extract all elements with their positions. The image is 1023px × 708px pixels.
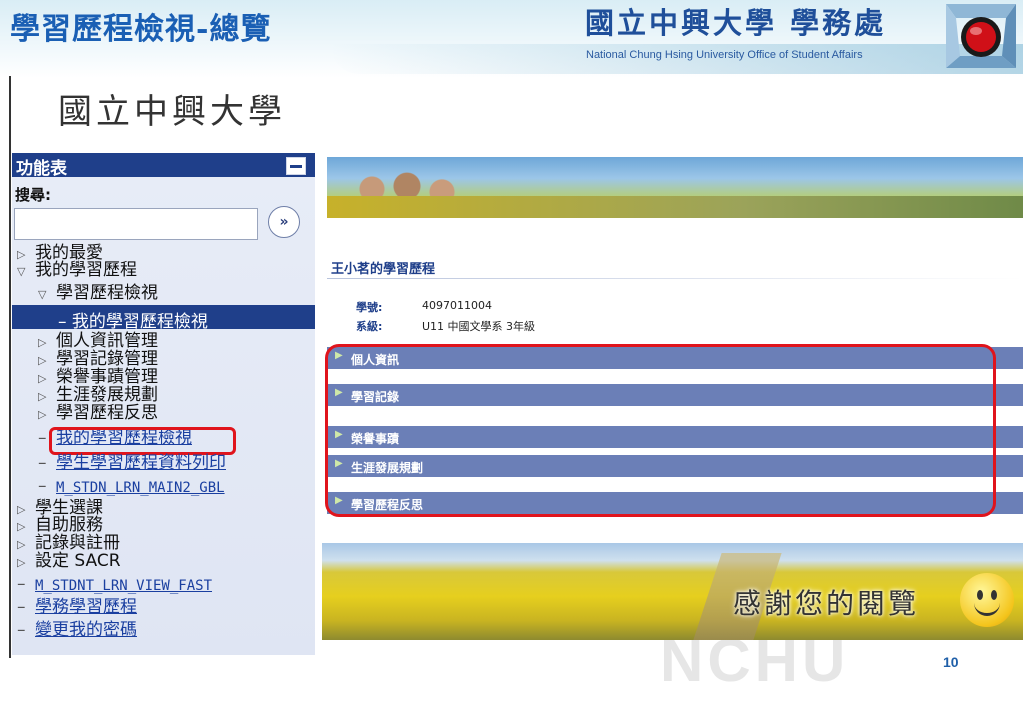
menu-header: 功能表 [12, 153, 315, 179]
office-name-en: National Chung Hsing University Office o… [586, 49, 863, 61]
slide-title: 學習歷程檢視-總覽 [10, 12, 272, 47]
menu-item-my-learning[interactable]: ▽ 我的學習歷程 [17, 262, 137, 280]
highlight-box-sections [325, 344, 996, 517]
menu-dash: – [17, 574, 26, 594]
university-logo-icon [944, 2, 1018, 70]
menu-link-change-password[interactable]: 變更我的密碼 [35, 622, 137, 639]
smiley-icon [960, 573, 1014, 627]
triangle-right-icon: ▷ [17, 503, 26, 516]
left-border [9, 76, 11, 658]
student-id-value: 4097011004 [422, 299, 492, 312]
menu-link-print[interactable]: 學生學習歷程資料列印 [56, 455, 226, 472]
collapse-icon[interactable] [286, 157, 306, 175]
triangle-right-icon: ▷ [38, 390, 47, 403]
triangle-down-icon: ▽ [17, 265, 26, 278]
menu-link-student-affairs-learning[interactable]: 學務學習歷程 [35, 599, 137, 616]
menu-dash: – [38, 453, 47, 473]
university-name: 國立中興大學 [58, 92, 286, 132]
highlight-box-menu [49, 427, 236, 455]
menu-dash: – [17, 620, 26, 640]
menu-item-setup-sacr[interactable]: ▷ 設定 SACR [17, 553, 121, 571]
student-learning-title: 王小茗的學習歷程 [331, 262, 436, 277]
menu-link-view-fast[interactable]: M_STDNT_LRN_VIEW_FAST [35, 578, 212, 595]
triangle-right-icon: ▷ [17, 520, 26, 533]
menu-dash: – [38, 476, 47, 496]
thanks-text: 感謝您的閱覽 [733, 587, 920, 620]
menu-header-label: 功能表 [16, 159, 67, 179]
dept-value: U11 中國文學系 3年級 [422, 320, 536, 333]
menu-link-main2-gbl[interactable]: M_STDN_LRN_MAIN2_GBL [56, 480, 225, 497]
menu-item-my-learning-view-selected[interactable]: – 我的學習歷程檢視 [58, 307, 208, 332]
title-divider [327, 278, 1023, 279]
menu-item-reflection[interactable]: ▷ 學習歷程反思 [38, 405, 158, 423]
search-label: 搜尋: [15, 186, 51, 204]
search-input[interactable] [14, 208, 258, 240]
student-id-label: 學號: [356, 301, 383, 314]
banner-field [327, 196, 1023, 218]
triangle-right-icon: ▷ [17, 538, 26, 551]
triangle-right-icon: ▷ [38, 336, 47, 349]
page-number: 10 [943, 654, 959, 670]
triangle-right-icon: ▷ [38, 372, 47, 385]
triangle-right-icon: ▷ [38, 408, 47, 421]
menu-dash: – [17, 597, 26, 617]
triangle-right-icon: ▷ [17, 556, 26, 569]
menu-item-learning-view[interactable]: ▽ 學習歷程檢視 [38, 285, 158, 303]
office-name-zh: 國立中興大學 學務處 [585, 6, 887, 40]
smiley-mouth [974, 597, 1000, 616]
triangle-right-icon: ▷ [17, 248, 26, 261]
menu-dash: – [38, 428, 47, 448]
dept-label: 系級: [356, 320, 383, 333]
triangle-right-icon: ▷ [38, 354, 47, 367]
triangle-down-icon: ▽ [38, 288, 47, 301]
top-banner-image [327, 157, 1023, 218]
search-go-button[interactable]: » [268, 206, 300, 238]
